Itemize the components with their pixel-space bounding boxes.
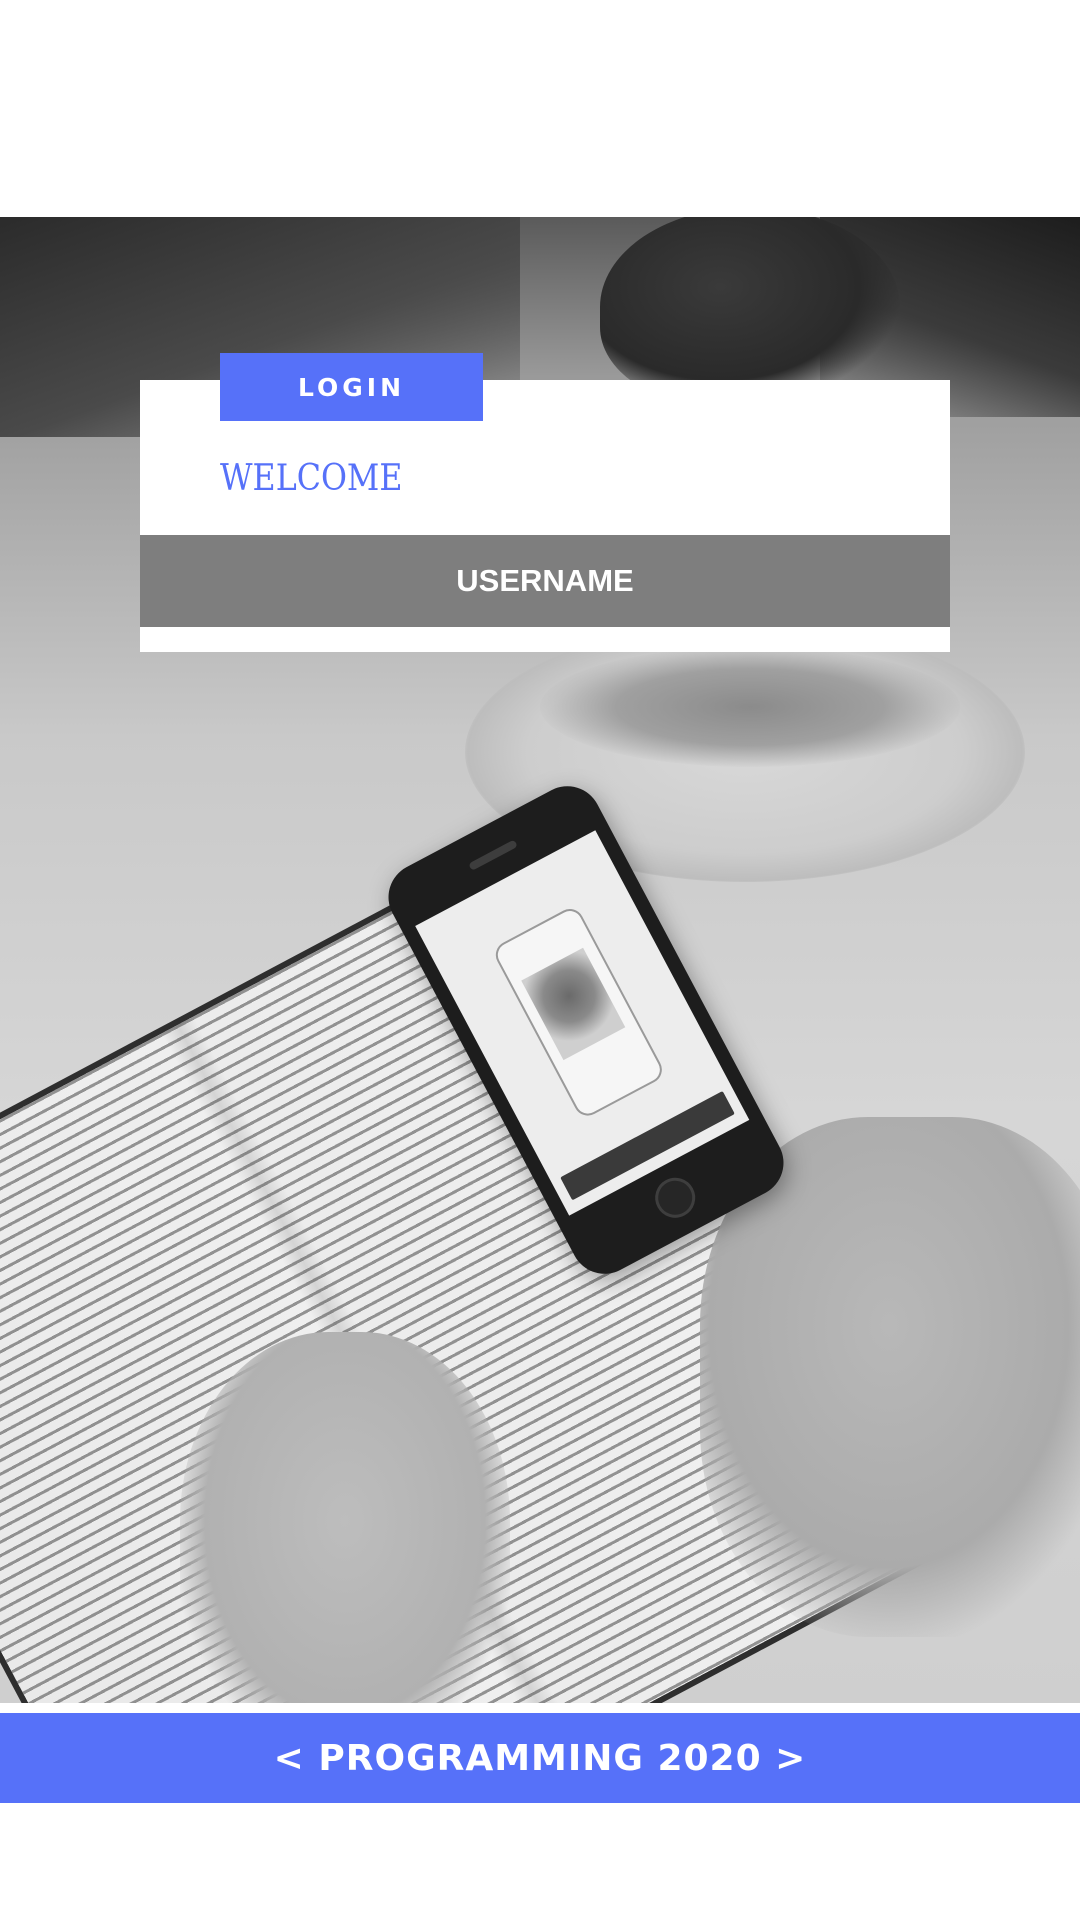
login-tab[interactable]: LOGIN xyxy=(220,353,483,421)
phone-home-button xyxy=(648,1170,703,1225)
plant-leaves xyxy=(600,217,900,407)
phone-speaker xyxy=(468,839,518,871)
plate-food xyxy=(540,647,960,767)
left-hand xyxy=(180,1332,510,1703)
username-field[interactable]: USERNAME xyxy=(140,535,950,627)
phone-screen-profile-photo xyxy=(521,947,626,1061)
welcome-heading: WELCOME xyxy=(220,458,403,499)
programming-banner: < PROGRAMMING 2020 > xyxy=(0,1713,1080,1803)
phone-screen-illustration xyxy=(490,904,667,1121)
